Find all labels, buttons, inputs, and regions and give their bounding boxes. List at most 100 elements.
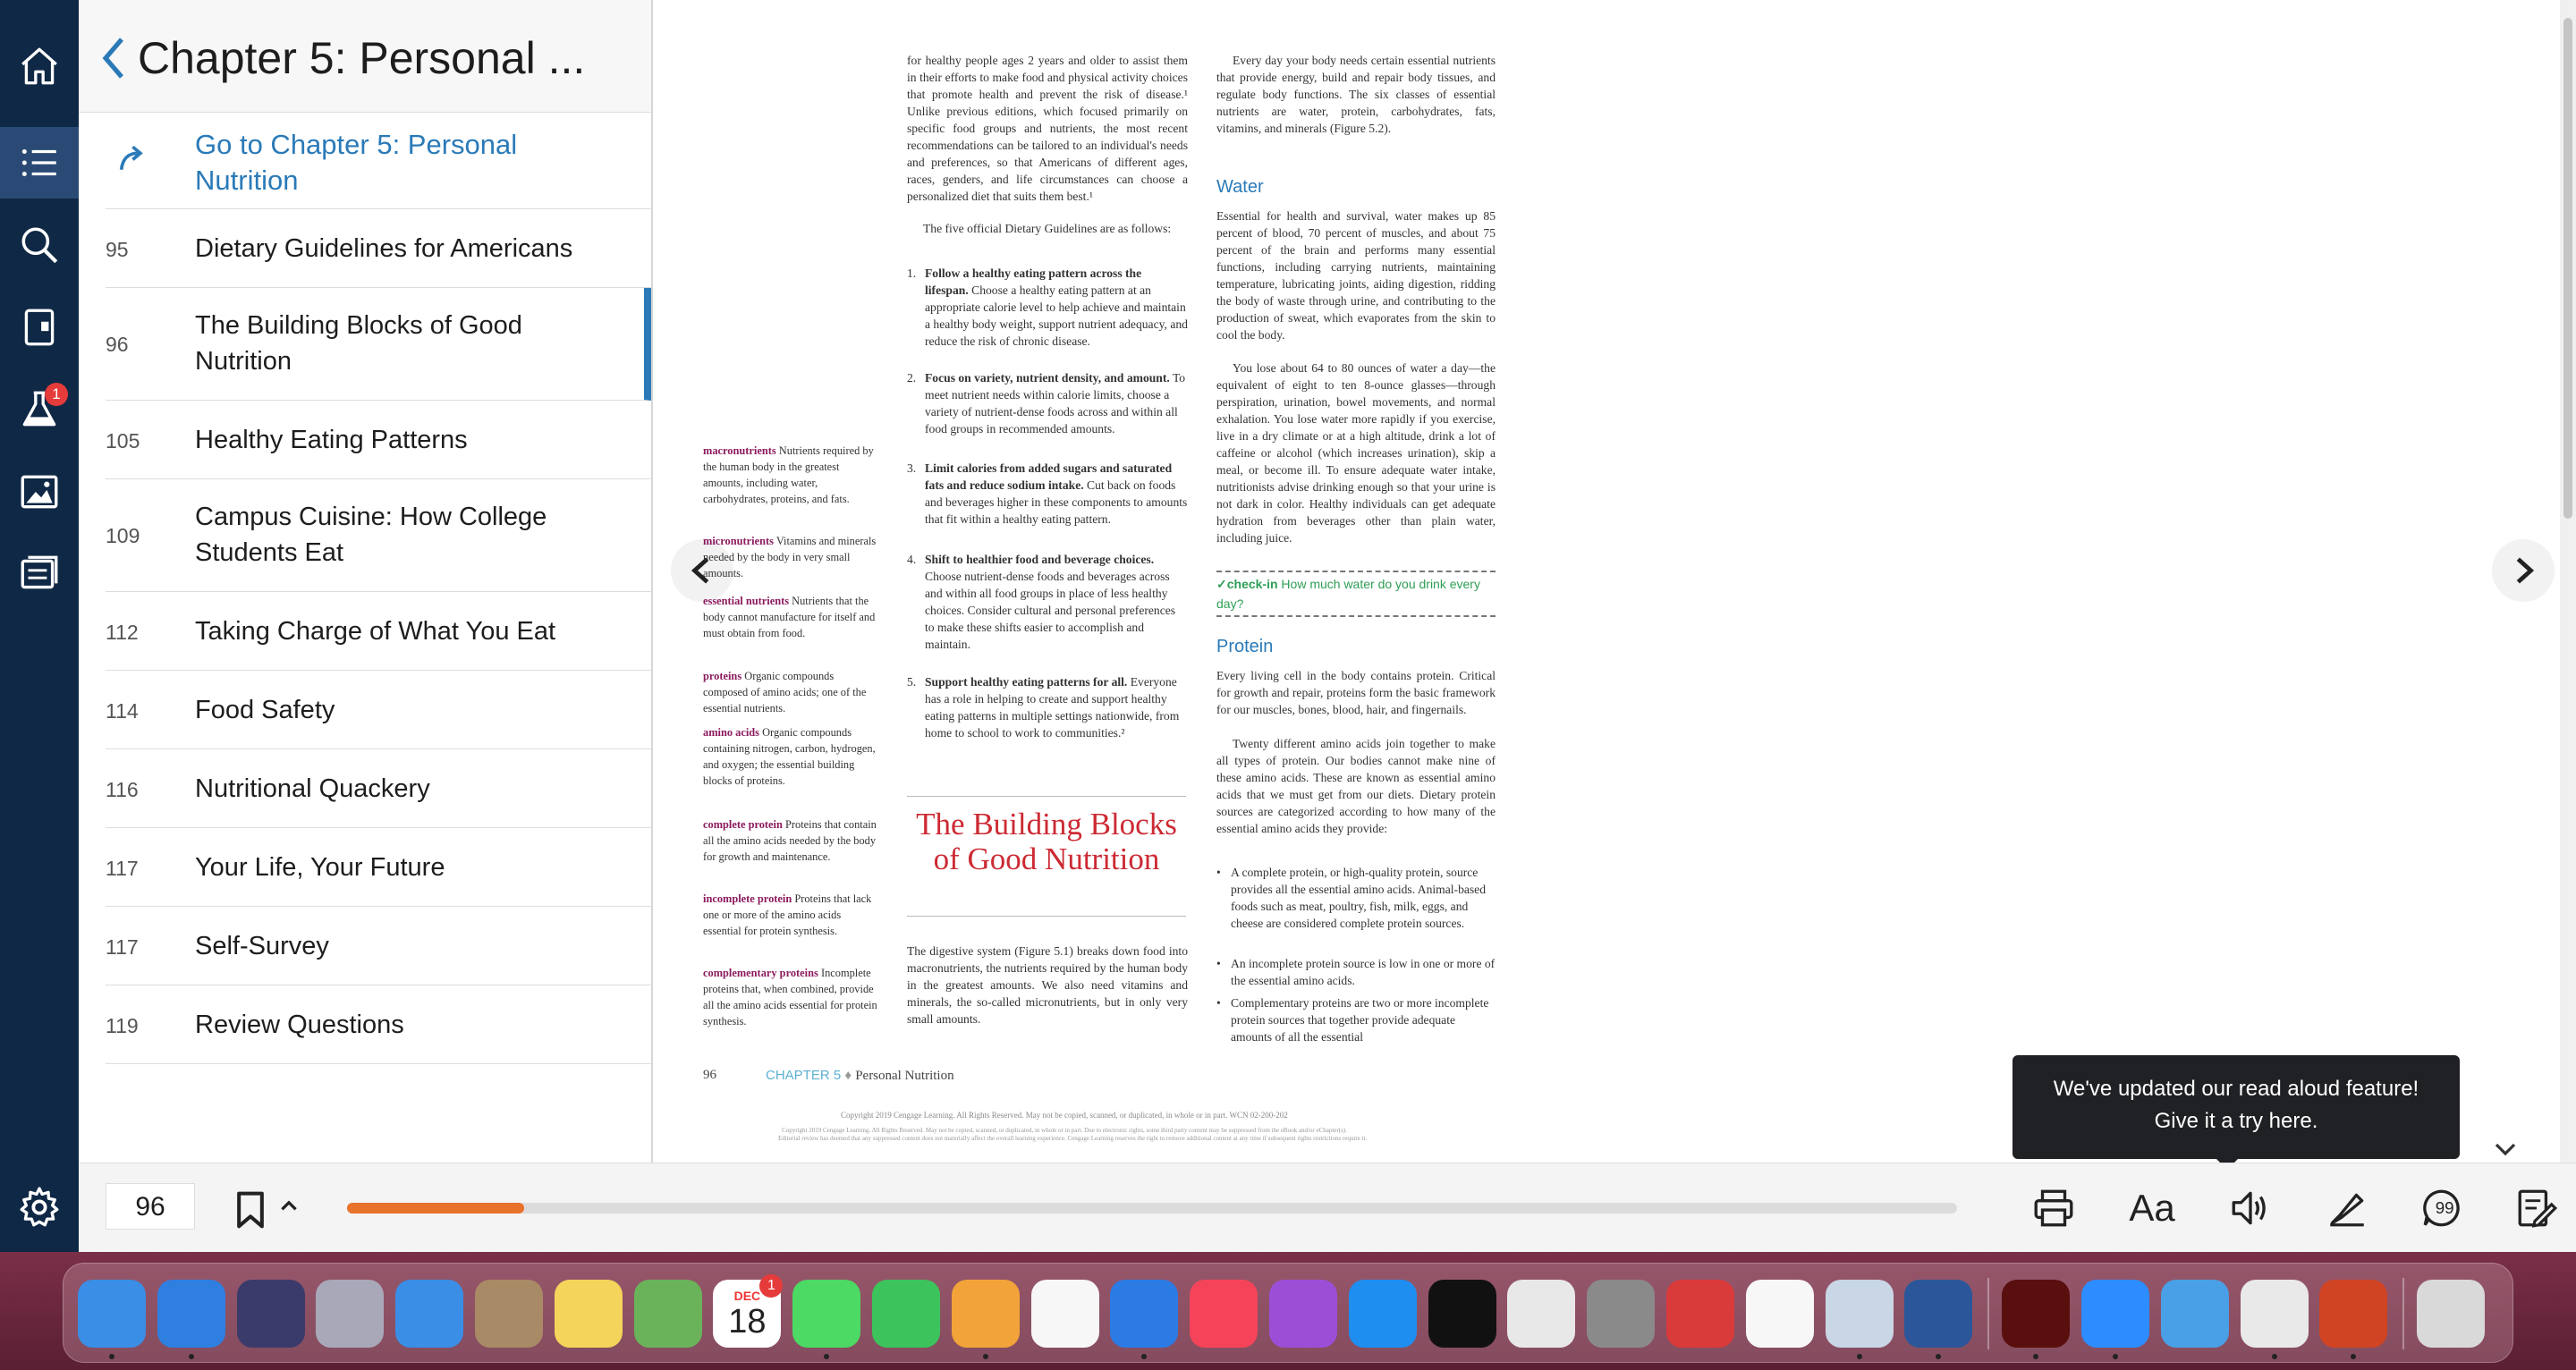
photos-icon[interactable] xyxy=(1030,1280,1099,1348)
guideline-item: 5. Support healthy eating patterns for al… xyxy=(907,673,1188,741)
bullet-item: • A complete protein, or high-quality pro… xyxy=(1216,864,1496,932)
notes-button[interactable] xyxy=(0,538,79,610)
copyright-line-3: Editorial review has deemed that any sup… xyxy=(778,1135,1368,1142)
system-preferences-icon[interactable] xyxy=(1587,1280,1656,1348)
toc-item[interactable]: 109 Campus Cuisine: How College Students… xyxy=(106,479,651,592)
dock-separator xyxy=(1987,1278,1990,1349)
go-to-chapter-label: Go to Chapter 5: Personal Nutrition xyxy=(195,129,518,196)
podcasts-icon[interactable] xyxy=(1269,1280,1337,1348)
toc-item[interactable]: 95 Dietary Guidelines for Americans xyxy=(106,209,651,288)
go-to-chapter-link[interactable]: Go to Chapter 5: Personal Nutrition xyxy=(106,116,651,209)
toc-item[interactable]: 117 Self-Survey xyxy=(106,907,651,985)
toc-item-label: The Building Blocks of Good Nutrition xyxy=(195,311,522,376)
bullet-text: An incomplete protein source is low in o… xyxy=(1231,957,1496,987)
apple-tv-icon[interactable] xyxy=(1428,1280,1496,1348)
body-paragraph: Essential for health and survival, water… xyxy=(1216,209,1496,342)
pages-icon[interactable] xyxy=(951,1280,1020,1348)
finder-icon[interactable] xyxy=(78,1280,146,1348)
guideline-item: 3. Limit calories from added sugars and s… xyxy=(907,460,1188,528)
table-of-contents-button[interactable] xyxy=(0,127,79,199)
print-button[interactable] xyxy=(2029,1183,2079,1233)
chrome-icon[interactable] xyxy=(2240,1280,2309,1348)
glossary-term: incomplete protein xyxy=(703,892,792,905)
maps-icon[interactable] xyxy=(633,1280,702,1348)
chapter-footer: CHAPTER 5 ♦ Personal Nutrition xyxy=(766,1068,954,1084)
chevron-up-icon[interactable] xyxy=(277,1194,301,1217)
bookmark-icon[interactable] xyxy=(233,1190,268,1230)
bullet-glyph: • xyxy=(1216,996,1221,1010)
calendar-icon[interactable]: DEC 18 1 xyxy=(713,1274,784,1348)
search-button[interactable] xyxy=(0,209,79,281)
chevron-down-icon[interactable] xyxy=(2492,1136,2519,1163)
toc-item[interactable]: 117 Your Life, Your Future xyxy=(106,828,651,907)
font-size-button[interactable]: Aa xyxy=(2127,1183,2177,1233)
lab-button[interactable]: 1 xyxy=(0,374,79,445)
footer-chapter-title: Personal Nutrition xyxy=(855,1069,954,1083)
next-page-button[interactable] xyxy=(2492,539,2555,602)
toc-item-current[interactable]: 96 The Building Blocks of Good Nutrition xyxy=(106,288,651,401)
toc-item[interactable]: 116 Nutritional Quackery xyxy=(106,749,651,828)
toc-item[interactable]: 105 Healthy Eating Patterns xyxy=(106,401,651,479)
scrollbar-thumb[interactable] xyxy=(2563,18,2572,519)
notes-edit-button[interactable] xyxy=(2512,1183,2562,1233)
toc-item[interactable]: 114 Food Safety xyxy=(106,671,651,749)
read-aloud-tooltip[interactable]: We've updated our read aloud feature! Gi… xyxy=(2012,1055,2460,1159)
siri-icon[interactable] xyxy=(236,1280,305,1348)
home-button[interactable] xyxy=(0,30,79,102)
music-icon[interactable] xyxy=(1190,1280,1258,1348)
glossary-entry: amino acids Organic compounds containing… xyxy=(703,724,880,789)
guideline-item: 4. Shift to healthier food and beverage c… xyxy=(907,551,1188,653)
read-aloud-button[interactable] xyxy=(2225,1183,2275,1233)
back-chevron-icon[interactable] xyxy=(100,36,127,80)
contacts-icon[interactable] xyxy=(475,1280,543,1348)
messages-icon[interactable] xyxy=(792,1280,861,1348)
reading-progress-bar[interactable] xyxy=(347,1203,1957,1214)
preview-icon[interactable] xyxy=(1825,1280,1894,1348)
mail-icon[interactable] xyxy=(395,1280,464,1348)
toc-item[interactable]: 119 Review Questions xyxy=(106,985,651,1064)
toc-item[interactable]: 112 Taking Charge of What You Eat xyxy=(106,592,651,671)
notes-icon[interactable] xyxy=(554,1280,623,1348)
gear-icon xyxy=(20,1187,59,1227)
zoom-icon[interactable] xyxy=(2081,1280,2149,1348)
keynote-icon[interactable] xyxy=(1110,1280,1179,1348)
comment-button[interactable]: 99 xyxy=(2417,1183,2467,1233)
running-indicator xyxy=(2271,1354,2277,1359)
highlight-button[interactable] xyxy=(2322,1183,2372,1233)
list-number: 5. xyxy=(907,675,917,689)
safari-icon[interactable] xyxy=(157,1280,225,1348)
reading-progress-fill xyxy=(347,1203,524,1214)
settings-button[interactable] xyxy=(0,1163,79,1252)
word-icon[interactable] xyxy=(1904,1280,1973,1348)
reminders-icon[interactable] xyxy=(1745,1280,1814,1348)
glossary-term: macronutrients xyxy=(703,444,776,457)
body-paragraph: Every day your body needs certain essent… xyxy=(1216,54,1496,135)
running-indicator xyxy=(824,1354,830,1359)
app-store-icon[interactable] xyxy=(1348,1280,1417,1348)
book-page: macronutrients Nutrients required by the… xyxy=(689,47,1530,1155)
page-number: 96 xyxy=(703,1068,716,1082)
network-utility-icon[interactable] xyxy=(2160,1280,2229,1348)
trash-icon[interactable] xyxy=(2417,1280,2486,1348)
running-indicator xyxy=(109,1354,114,1359)
images-button[interactable] xyxy=(0,456,79,528)
glossary-term: essential nutrients xyxy=(703,595,790,607)
bullet-text: A complete protein, or high-quality prot… xyxy=(1231,866,1487,930)
toc-item-page: 117 xyxy=(106,935,139,959)
toc-item-label: Taking Charge of What You Eat xyxy=(195,617,556,646)
notebook-button[interactable] xyxy=(0,292,79,363)
glossary-term: amino acids xyxy=(703,726,759,739)
facetime-icon[interactable] xyxy=(872,1280,940,1348)
launchpad-icon[interactable] xyxy=(316,1280,385,1348)
glossary-entry: essential nutrients Nutrients that the b… xyxy=(703,593,880,641)
running-indicator xyxy=(1141,1354,1148,1359)
powerpoint-icon[interactable] xyxy=(2319,1280,2388,1348)
vertical-scrollbar[interactable] xyxy=(2560,0,2576,1163)
photo-booth-icon[interactable] xyxy=(1666,1280,1734,1348)
guideline-bold: Focus on variety, nutrient density, and … xyxy=(925,371,1170,385)
script-editor-icon[interactable] xyxy=(1507,1280,1576,1348)
navigation-rail: 1 xyxy=(0,0,79,1252)
page-number-input[interactable]: 96 xyxy=(106,1183,195,1230)
flash-icon[interactable] xyxy=(2002,1280,2071,1348)
section-title: The Building Blocks of Good Nutrition xyxy=(916,807,1177,876)
